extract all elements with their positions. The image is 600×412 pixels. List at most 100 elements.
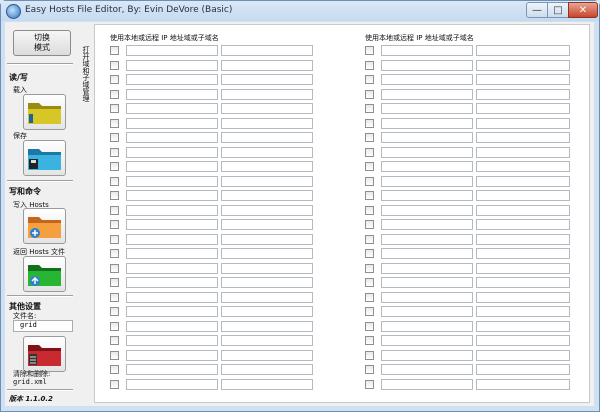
hostname-input[interactable]	[476, 103, 570, 114]
ip-address-input[interactable]	[381, 190, 473, 201]
entry-enable-checkbox[interactable]	[365, 133, 374, 142]
entry-enable-checkbox[interactable]	[110, 60, 119, 70]
ip-address-input[interactable]	[126, 146, 218, 158]
hostname-input[interactable]	[221, 161, 313, 172]
ip-address-input[interactable]	[381, 378, 473, 390]
ip-address-input[interactable]	[381, 204, 473, 216]
entry-enable-checkbox[interactable]	[110, 350, 119, 360]
hostname-input[interactable]	[221, 291, 313, 303]
hostname-input[interactable]	[221, 219, 313, 230]
ip-address-input[interactable]	[381, 219, 473, 230]
ip-address-input[interactable]	[126, 262, 218, 274]
hostname-input[interactable]	[221, 364, 313, 375]
ip-address-input[interactable]	[381, 262, 473, 274]
entry-enable-checkbox[interactable]	[365, 249, 374, 258]
minimize-button[interactable]: —	[526, 2, 548, 18]
entry-enable-checkbox[interactable]	[365, 336, 374, 345]
hostname-input[interactable]	[476, 88, 570, 100]
hostname-input[interactable]	[221, 335, 313, 346]
entry-enable-checkbox[interactable]	[110, 336, 119, 345]
entry-enable-checkbox[interactable]	[365, 292, 374, 302]
hostname-input[interactable]	[476, 74, 570, 85]
entry-enable-checkbox[interactable]	[110, 205, 119, 215]
hostname-input[interactable]	[221, 103, 313, 114]
ip-address-input[interactable]	[381, 74, 473, 85]
hostname-input[interactable]	[476, 349, 570, 361]
hostname-input[interactable]	[476, 146, 570, 158]
entry-enable-checkbox[interactable]	[110, 162, 119, 171]
hostname-input[interactable]	[476, 233, 570, 245]
hostname-input[interactable]	[221, 233, 313, 245]
maximize-button[interactable]: □	[547, 2, 569, 18]
hostname-input[interactable]	[221, 59, 313, 71]
hostname-input[interactable]	[221, 204, 313, 216]
ip-address-input[interactable]	[381, 117, 473, 129]
clear-delete-button[interactable]	[23, 336, 66, 372]
ip-address-input[interactable]	[126, 277, 218, 288]
entry-enable-checkbox[interactable]	[365, 118, 374, 128]
hostname-input[interactable]	[221, 349, 313, 361]
entry-enable-checkbox[interactable]	[110, 147, 119, 157]
ip-address-input[interactable]	[126, 59, 218, 71]
entry-enable-checkbox[interactable]	[365, 379, 374, 389]
ip-address-input[interactable]	[126, 74, 218, 85]
ip-address-input[interactable]	[381, 320, 473, 332]
hostname-input[interactable]	[476, 364, 570, 375]
ip-address-input[interactable]	[126, 291, 218, 303]
hostname-input[interactable]	[476, 219, 570, 230]
entry-enable-checkbox[interactable]	[110, 278, 119, 287]
ip-address-input[interactable]	[381, 364, 473, 375]
hostname-input[interactable]	[221, 175, 313, 187]
hostname-input[interactable]	[221, 378, 313, 390]
entry-enable-checkbox[interactable]	[110, 365, 119, 374]
entry-enable-checkbox[interactable]	[365, 191, 374, 200]
hostname-input[interactable]	[476, 335, 570, 346]
write-hosts-button[interactable]	[23, 208, 66, 244]
ip-address-input[interactable]	[381, 103, 473, 114]
entry-enable-checkbox[interactable]	[110, 321, 119, 331]
entry-enable-checkbox[interactable]	[365, 60, 374, 70]
ip-address-input[interactable]	[126, 161, 218, 172]
entry-enable-checkbox[interactable]	[110, 379, 119, 389]
hostname-input[interactable]	[476, 45, 570, 56]
hostname-input[interactable]	[221, 88, 313, 100]
switch-mode-button[interactable]: 切换 模式	[13, 30, 71, 56]
ip-address-input[interactable]	[126, 175, 218, 187]
hostname-input[interactable]	[221, 45, 313, 56]
entry-enable-checkbox[interactable]	[365, 307, 374, 316]
entry-enable-checkbox[interactable]	[110, 307, 119, 316]
ip-address-input[interactable]	[381, 59, 473, 71]
hostname-input[interactable]	[476, 262, 570, 274]
ip-address-input[interactable]	[381, 277, 473, 288]
ip-address-input[interactable]	[126, 378, 218, 390]
ip-address-input[interactable]	[126, 219, 218, 230]
entry-enable-checkbox[interactable]	[365, 89, 374, 99]
ip-address-input[interactable]	[381, 132, 473, 143]
ip-address-input[interactable]	[381, 233, 473, 245]
entry-enable-checkbox[interactable]	[365, 75, 374, 84]
ip-address-input[interactable]	[126, 233, 218, 245]
hostname-input[interactable]	[221, 74, 313, 85]
ip-address-input[interactable]	[381, 248, 473, 259]
entry-enable-checkbox[interactable]	[110, 46, 119, 55]
entry-enable-checkbox[interactable]	[365, 234, 374, 244]
entry-enable-checkbox[interactable]	[110, 133, 119, 142]
hostname-input[interactable]	[221, 248, 313, 259]
entry-enable-checkbox[interactable]	[110, 89, 119, 99]
entry-enable-checkbox[interactable]	[365, 205, 374, 215]
ip-address-input[interactable]	[381, 88, 473, 100]
hostname-input[interactable]	[476, 59, 570, 71]
entry-enable-checkbox[interactable]	[365, 321, 374, 331]
ip-address-input[interactable]	[381, 175, 473, 187]
entry-enable-checkbox[interactable]	[365, 176, 374, 186]
close-button[interactable]: ✕	[568, 2, 598, 18]
hostname-input[interactable]	[476, 320, 570, 332]
entry-enable-checkbox[interactable]	[110, 176, 119, 186]
entry-enable-checkbox[interactable]	[110, 118, 119, 128]
entry-enable-checkbox[interactable]	[365, 350, 374, 360]
ip-address-input[interactable]	[126, 320, 218, 332]
entry-enable-checkbox[interactable]	[110, 75, 119, 84]
entry-enable-checkbox[interactable]	[110, 263, 119, 273]
ip-address-input[interactable]	[126, 349, 218, 361]
ip-address-input[interactable]	[381, 291, 473, 303]
